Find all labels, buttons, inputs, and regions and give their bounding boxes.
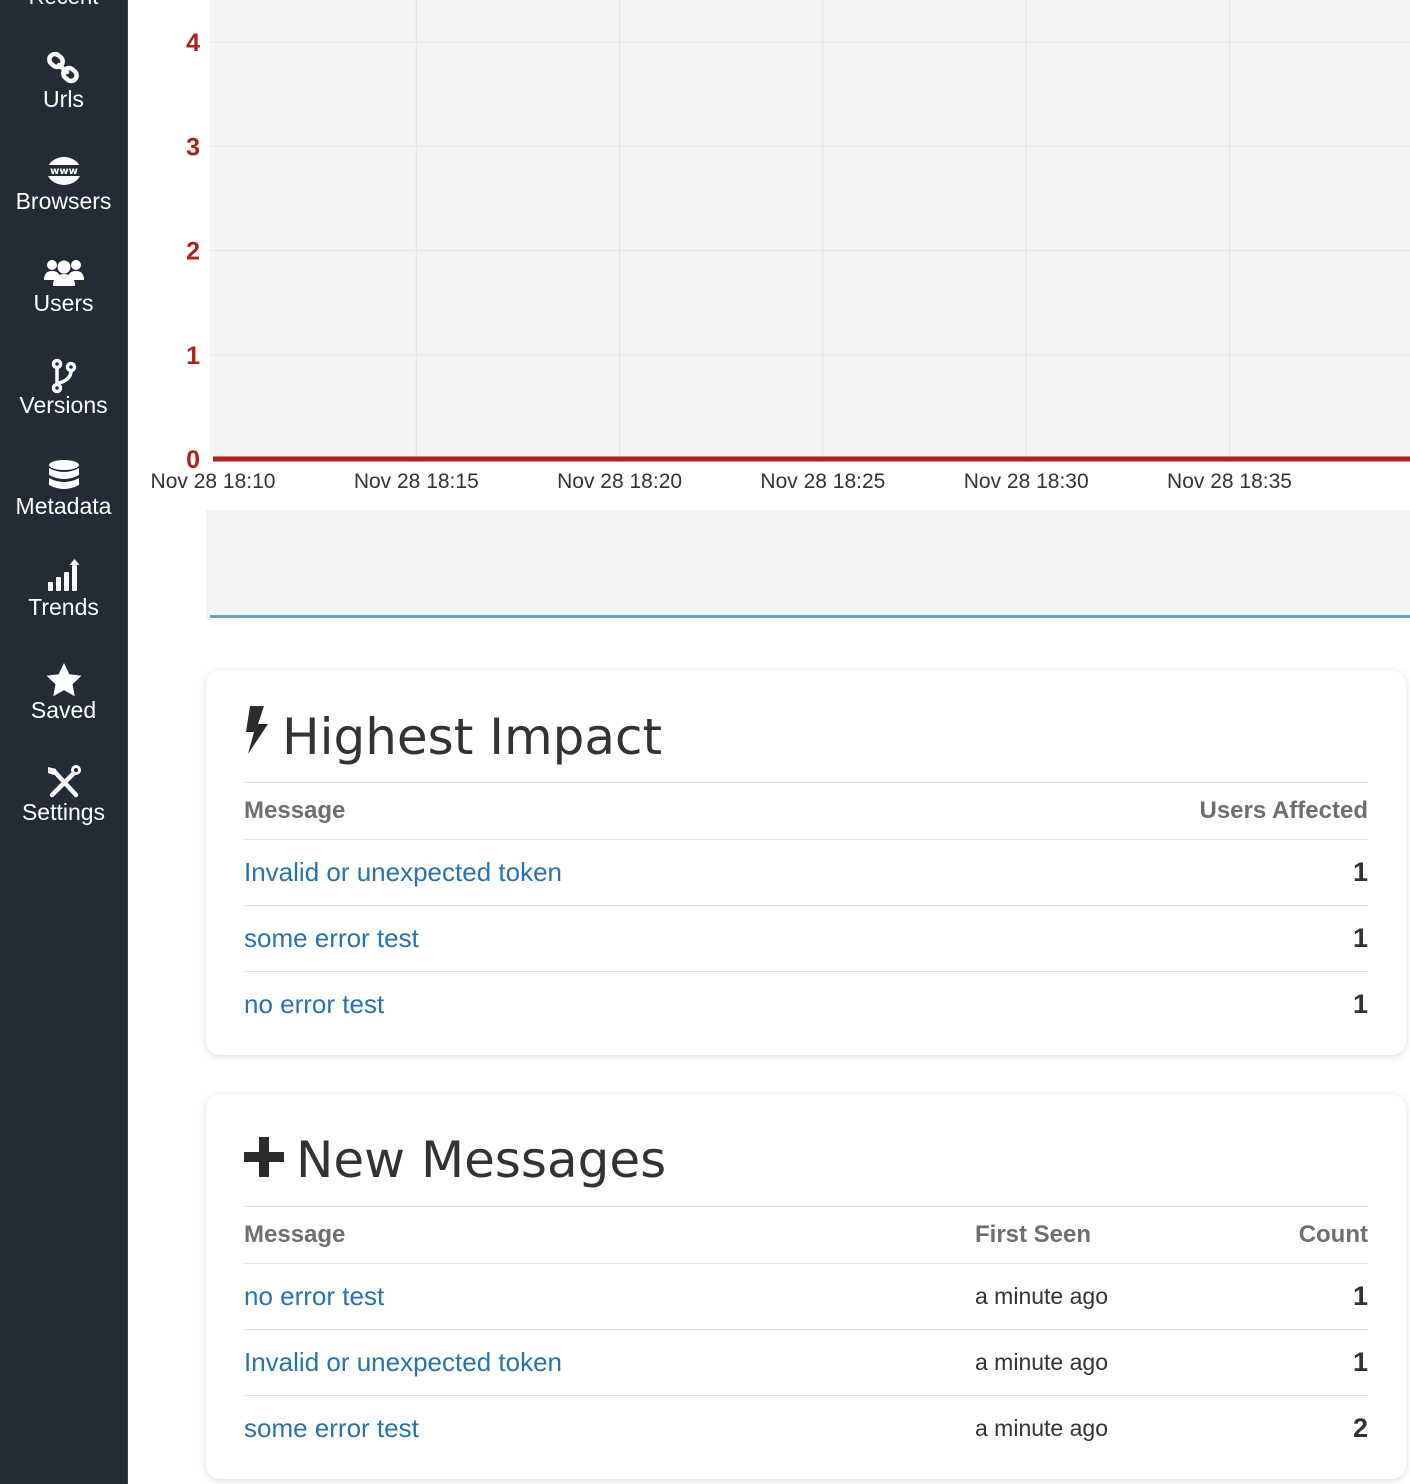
table-header-row: Message Users Affected: [244, 782, 1368, 839]
new-messages-title: New Messages: [244, 1130, 666, 1190]
table-row: some error test a minute ago 2: [244, 1395, 1368, 1461]
tools-icon: [0, 759, 127, 799]
count-value: 1: [1352, 1347, 1368, 1377]
sidebar-item-recent[interactable]: Recent: [0, 0, 127, 10]
sidebar-item-urls[interactable]: Urls: [0, 46, 127, 112]
column-header-message[interactable]: Message: [244, 1207, 345, 1263]
sidebar-item-trends[interactable]: Trends: [0, 554, 127, 620]
message-link[interactable]: Invalid or unexpected token: [244, 1330, 562, 1395]
table-row: some error test 1: [244, 905, 1368, 971]
table-header-row: Message First Seen Count: [244, 1206, 1368, 1263]
y-tick-label: 3: [186, 133, 200, 161]
y-tick-label: 1: [186, 342, 200, 370]
table-row: Invalid or unexpected token a minute ago…: [244, 1329, 1368, 1395]
first-seen-value: a minute ago: [975, 1349, 1108, 1375]
database-icon: [0, 453, 127, 493]
new-messages-table: Message First Seen Count no error test a…: [244, 1206, 1368, 1461]
column-header-count[interactable]: Count: [1299, 1207, 1368, 1263]
y-tick-label: 4: [186, 29, 200, 57]
message-link[interactable]: no error test: [244, 972, 384, 1037]
sidebar-item-label: Recent: [0, 0, 127, 10]
users-affected-count: 1: [1352, 857, 1368, 887]
lightning-bolt-icon: [244, 706, 270, 767]
x-tick-label: Nov 28 18:15: [354, 470, 479, 493]
first-seen-value: a minute ago: [975, 1283, 1108, 1309]
sidebar: Recent Urls www Browsers: [0, 0, 128, 1484]
bar-chart-icon: [0, 554, 127, 594]
www-globe-icon: www: [0, 148, 127, 188]
new-messages-title-text: New Messages: [296, 1131, 667, 1189]
chart-svg: 01234Nov 28 18:10 Nov 28 18:15 Nov 28 18:2…: [151, 0, 1410, 493]
count-value: 2: [1352, 1413, 1368, 1443]
message-link[interactable]: no error test: [244, 1264, 384, 1329]
sidebar-item-saved[interactable]: Saved: [0, 657, 127, 723]
column-header-users-affected[interactable]: Users Affected: [1199, 783, 1368, 839]
x-tick-label: Nov 28 18:10: [151, 470, 276, 493]
star-icon: [0, 657, 127, 697]
highest-impact-table: Message Users Affected Invalid or unexpe…: [244, 782, 1368, 1037]
highest-impact-title-text: Highest Impact: [282, 707, 663, 766]
sidebar-item-metadata[interactable]: Metadata: [0, 453, 127, 519]
users-affected-count: 1: [1352, 923, 1368, 953]
new-messages-card: New Messages Message First Seen Count no…: [206, 1094, 1406, 1479]
x-tick-label: Nov 28 18:35: [1167, 470, 1292, 493]
chart-navigator[interactable]: [206, 510, 1410, 620]
y-tick-label: 2: [186, 238, 200, 266]
column-header-message[interactable]: Message: [244, 783, 345, 839]
x-tick-label: Nov 28 18:20: [557, 470, 682, 493]
message-link[interactable]: Invalid or unexpected token: [244, 840, 562, 905]
x-tick-label: Nov 28 18:25: [760, 470, 885, 493]
x-tick-label: Nov 28 18:30: [964, 470, 1089, 493]
message-link[interactable]: some error test: [244, 906, 419, 971]
sidebar-item-settings[interactable]: Settings: [0, 759, 127, 825]
highest-impact-card: Highest Impact Message Users Affected In…: [206, 670, 1406, 1055]
table-row: no error test a minute ago 1: [244, 1263, 1368, 1329]
navigator-series-line: [210, 615, 1410, 618]
sidebar-item-users[interactable]: Users: [0, 250, 127, 316]
highest-impact-title: Highest Impact: [244, 706, 662, 767]
svg-text:www: www: [50, 166, 78, 177]
branch-icon: [0, 352, 127, 394]
sidebar-item-browsers[interactable]: www Browsers: [0, 148, 127, 214]
column-header-first-seen[interactable]: First Seen: [975, 1207, 1091, 1263]
table-row: Invalid or unexpected token 1: [244, 839, 1368, 905]
table-row: no error test 1: [244, 971, 1368, 1037]
sidebar-item-versions[interactable]: Versions: [0, 352, 127, 418]
link-icon: [0, 46, 127, 86]
plus-icon: [244, 1130, 284, 1190]
first-seen-value: a minute ago: [975, 1415, 1108, 1441]
error-timeline-chart: 0 1 2 3 4 Nov 28 18:10 Nov 28 18:15 Nov 28 18:2…: [128, 0, 1410, 510]
users-icon: [0, 250, 127, 290]
count-value: 1: [1352, 1281, 1368, 1311]
users-affected-count: 1: [1352, 989, 1368, 1019]
message-link[interactable]: some error test: [244, 1396, 419, 1461]
